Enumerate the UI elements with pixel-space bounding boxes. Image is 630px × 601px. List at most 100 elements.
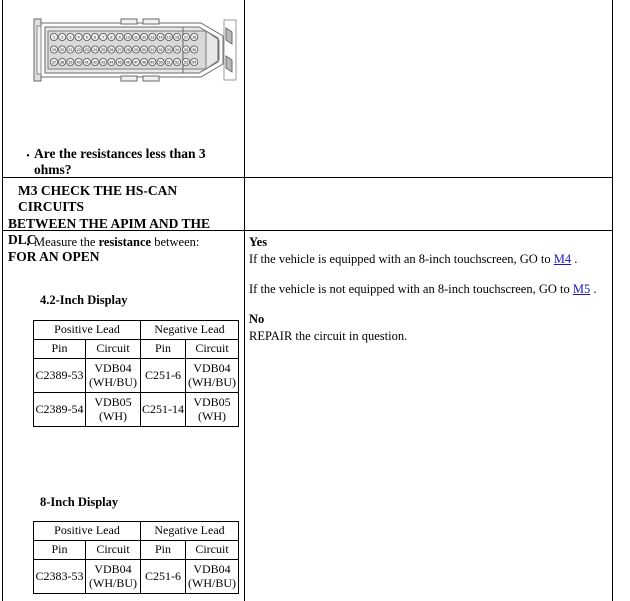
answer-yes-line-2: If the vehicle is not equipped with an 8…: [249, 281, 605, 298]
svg-text:3: 3: [69, 35, 71, 39]
svg-text:7: 7: [102, 35, 104, 39]
cell-circuit-positive: VDB04 (WH/BU): [85, 358, 141, 393]
cell-circuit-positive: VDB04 (WH/BU): [85, 559, 141, 594]
svg-text:36: 36: [192, 48, 196, 52]
svg-text:45: 45: [118, 60, 122, 64]
answer-no-label: No: [249, 311, 265, 326]
table-header-group-row: Positive Lead Negative Lead: [33, 320, 240, 340]
cell-circuit-negative: VDB04 (WH/BU): [184, 358, 240, 393]
svg-text:22: 22: [77, 48, 81, 52]
caption-8-inch-display: 8-Inch Display: [40, 495, 119, 509]
svg-text:26: 26: [109, 48, 113, 52]
bullet-icon: [22, 146, 34, 164]
svg-text:25: 25: [101, 48, 105, 52]
svg-text:44: 44: [109, 60, 113, 64]
svg-text:34: 34: [175, 48, 179, 52]
svg-text:15: 15: [167, 35, 171, 39]
answer-spacer: [249, 268, 605, 281]
svg-text:12: 12: [142, 35, 146, 39]
svg-text:27: 27: [118, 48, 122, 52]
svg-text:47: 47: [134, 60, 138, 64]
header-circuit-negative: Circuit: [184, 540, 240, 560]
table-header-group-row: Positive Lead Negative Lead: [33, 521, 240, 541]
measure-instruction-bullet: Measure the resistance between:: [22, 235, 242, 253]
table-header-sub-row: Pin Circuit Pin Circuit: [33, 540, 240, 560]
header-circuit-negative: Circuit: [184, 339, 240, 359]
svg-text:48: 48: [142, 60, 146, 64]
cell-pin-negative: C251-14: [140, 392, 186, 427]
resistance-table-8-inch: Positive Lead Negative Lead Pin Circuit …: [33, 521, 240, 594]
instruction-prefix: Measure the: [34, 235, 99, 249]
svg-text:19: 19: [52, 48, 56, 52]
svg-text:40: 40: [77, 60, 81, 64]
resistance-table-4-2-inch: Positive Lead Negative Lead Pin Circuit …: [33, 320, 240, 427]
answer-actions-block: Yes If the vehicle is equipped with an 8…: [249, 234, 605, 344]
cell-circuit-negative: VDB04 (WH/BU): [184, 559, 240, 594]
header-pin-negative: Pin: [140, 540, 186, 560]
svg-text:33: 33: [167, 48, 171, 52]
svg-text:37: 37: [52, 60, 56, 64]
link-m5[interactable]: M5: [573, 282, 590, 296]
svg-text:31: 31: [150, 48, 154, 52]
cell-pin-positive: C2389-54: [33, 392, 86, 427]
svg-text:8: 8: [110, 35, 112, 39]
yes-line-2-suffix: .: [590, 281, 597, 296]
svg-text:17: 17: [184, 35, 188, 39]
header-pin-positive: Pin: [33, 339, 86, 359]
yes-line-1-prefix: If the vehicle is equipped with an 8-inc…: [249, 251, 554, 266]
table-row: C2383-53 VDB04 (WH/BU) C251-6 VDB04 (WH/…: [33, 559, 240, 594]
svg-text:11: 11: [134, 35, 138, 39]
header-positive-lead: Positive Lead: [33, 320, 141, 340]
svg-text:28: 28: [126, 48, 130, 52]
svg-text:6: 6: [94, 35, 96, 39]
step-header-line-1: M3 CHECK THE HS-CAN CIRCUITS: [18, 183, 178, 215]
svg-text:2: 2: [61, 35, 63, 39]
svg-text:35: 35: [184, 48, 188, 52]
resistance-question-bullet: Are the resistances less than 3 ohms?: [22, 146, 237, 177]
table-row: C2389-54 VDB05 (WH) C251-14 VDB05 (WH): [33, 392, 240, 427]
svg-text:24: 24: [93, 48, 97, 52]
caption-4-2-inch-display: 4.2-Inch Display: [40, 293, 128, 307]
svg-text:5: 5: [86, 35, 88, 39]
column-divider-top: [244, 0, 245, 177]
yes-line-1-suffix: .: [571, 251, 578, 266]
svg-text:9: 9: [119, 35, 121, 39]
resistance-question-text: Are the resistances less than 3 ohms?: [34, 146, 206, 177]
svg-text:21: 21: [68, 48, 72, 52]
svg-text:4: 4: [78, 35, 80, 39]
svg-text:30: 30: [142, 48, 146, 52]
step-header-m3: M3 CHECK THE HS-CAN CIRCUITS BETWEEN THE…: [8, 183, 240, 265]
svg-text:1: 1: [53, 35, 55, 39]
measure-instruction-text: Measure the resistance between:: [34, 235, 199, 249]
connector-pin-diagram: 12 34 56 78 9 10 11 12 13 14 15 16 17 18 19 20…: [33, 14, 238, 86]
instruction-suffix: between:: [151, 235, 200, 249]
svg-text:52: 52: [175, 60, 179, 64]
svg-text:50: 50: [159, 60, 163, 64]
row-separator-top: [2, 177, 613, 178]
header-positive-lead: Positive Lead: [33, 521, 141, 541]
header-negative-lead: Negative Lead: [139, 521, 240, 541]
header-negative-lead: Negative Lead: [139, 320, 240, 340]
header-pin-negative: Pin: [140, 339, 186, 359]
svg-text:49: 49: [150, 60, 154, 64]
svg-text:41: 41: [85, 60, 89, 64]
answer-yes-line-1: If the vehicle is equipped with an 8-inc…: [249, 251, 605, 268]
cell-pin-positive: C2383-53: [33, 559, 86, 594]
svg-text:53: 53: [184, 60, 188, 64]
yes-line-2-prefix: If the vehicle is not equipped with an 8…: [249, 281, 573, 296]
answer-yes-label: Yes: [249, 235, 268, 249]
svg-text:29: 29: [134, 48, 138, 52]
svg-text:38: 38: [60, 60, 64, 64]
header-pin-positive: Pin: [33, 540, 86, 560]
link-m4[interactable]: M4: [554, 252, 571, 266]
answer-no-text: REPAIR the circuit in question.: [249, 328, 408, 343]
svg-text:23: 23: [85, 48, 89, 52]
header-circuit-positive: Circuit: [85, 339, 141, 359]
svg-text:20: 20: [60, 48, 64, 52]
table-row: C2389-53 VDB04 (WH/BU) C251-6 VDB04 (WH/…: [33, 358, 240, 393]
svg-text:16: 16: [175, 35, 179, 39]
svg-text:42: 42: [93, 60, 97, 64]
cell-pin-negative: C251-6: [140, 559, 186, 594]
svg-text:39: 39: [68, 60, 72, 64]
svg-text:43: 43: [101, 60, 105, 64]
